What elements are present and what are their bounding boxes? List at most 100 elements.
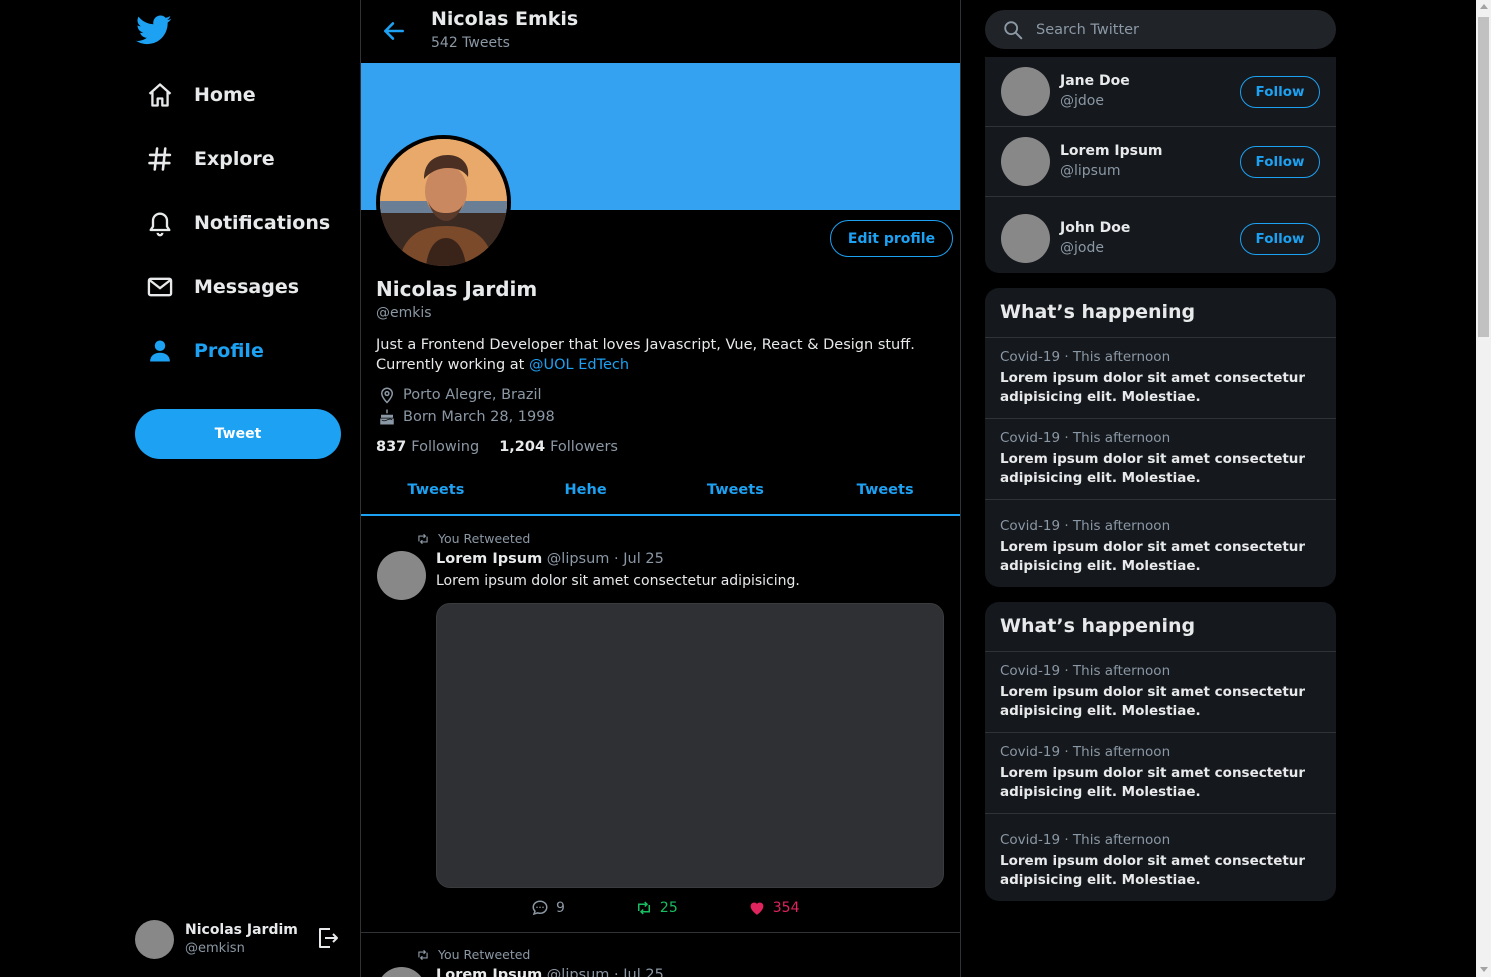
trend-item[interactable]: Covid-19 · This afternoon Lorem ipsum do… xyxy=(985,733,1336,814)
like-button[interactable]: 354 xyxy=(748,899,800,917)
following-link[interactable]: 837 Following xyxy=(376,439,479,455)
header-title: Nicolas Emkis xyxy=(431,8,579,30)
retweet-label: You Retweeted xyxy=(438,531,531,546)
suggestion-row[interactable]: Lorem Ipsum @lipsum Follow xyxy=(985,127,1336,197)
avatar[interactable] xyxy=(1001,214,1050,263)
cake-icon xyxy=(378,408,396,426)
suggestion-name[interactable]: Lorem Ipsum xyxy=(1060,143,1163,159)
tweet-handle: @lipsum xyxy=(546,967,610,977)
following-label: Following xyxy=(411,439,480,455)
trend-text: Lorem ipsum dolor sit amet consectetur a… xyxy=(1000,539,1306,574)
follow-button[interactable]: Follow xyxy=(1240,76,1320,108)
suggestion-name[interactable]: John Doe xyxy=(1060,220,1130,236)
avatar[interactable] xyxy=(1001,137,1050,186)
retweet-count: 25 xyxy=(659,900,678,916)
search-icon xyxy=(1002,19,1024,41)
nav-profile[interactable]: Profile xyxy=(146,331,264,371)
trend-item[interactable]: Covid-19 · This afternoon Lorem ipsum do… xyxy=(985,814,1336,900)
bio-mention-link[interactable]: @UOL EdTech xyxy=(529,357,629,373)
envelope-icon xyxy=(146,273,174,301)
nav-notifications[interactable]: Notifications xyxy=(146,203,330,243)
back-arrow-icon[interactable] xyxy=(381,18,407,44)
avatar[interactable] xyxy=(1001,67,1050,116)
trend-text: Lorem ipsum dolor sit amet consectetur a… xyxy=(1000,853,1306,888)
following-count: 837 xyxy=(376,439,407,455)
reply-button[interactable]: 9 xyxy=(531,899,565,917)
tab-tweets[interactable]: Tweets xyxy=(361,466,511,514)
nav-explore-label: Explore xyxy=(194,148,275,170)
profile-avatar[interactable] xyxy=(376,135,511,270)
birthday-text: Born March 28, 1998 xyxy=(403,409,555,425)
trend-meta: Covid-19 · This afternoon xyxy=(1000,430,1171,446)
nav-profile-label: Profile xyxy=(194,340,264,362)
search-input[interactable] xyxy=(1036,21,1316,38)
tab-hehe[interactable]: Hehe xyxy=(511,466,661,514)
suggestion-row[interactable]: John Doe @jode Follow xyxy=(985,197,1336,273)
follow-button[interactable]: Follow xyxy=(1240,146,1320,178)
person-icon xyxy=(146,337,174,365)
scrollbar-thumb[interactable] xyxy=(1478,17,1489,337)
tab-tweets-3[interactable]: Tweets xyxy=(810,466,960,514)
suggestion-handle: @lipsum xyxy=(1060,163,1121,179)
profile-birthday: Born March 28, 1998 xyxy=(378,407,555,427)
edit-profile-button[interactable]: Edit profile xyxy=(830,220,953,257)
tab-tweets-2[interactable]: Tweets xyxy=(661,466,811,514)
trend-text: Lorem ipsum dolor sit amet consectetur a… xyxy=(1000,684,1306,719)
tweet-date: · Jul 25 xyxy=(614,551,664,567)
profile-column: Nicolas Emkis 542 Tweets Edit profile Ni… xyxy=(361,0,961,977)
account-name: Nicolas Jardim xyxy=(185,921,298,938)
tweet-handle: @lipsum xyxy=(546,551,610,567)
profile-header: Nicolas Emkis 542 Tweets xyxy=(361,0,960,63)
trend-text: Lorem ipsum dolor sit amet consectetur a… xyxy=(1000,765,1306,800)
like-count: 354 xyxy=(772,900,800,916)
suggestion-row[interactable]: Jane Doe @jdoe Follow xyxy=(985,57,1336,127)
account-switcher[interactable]: Nicolas Jardim @emkisn xyxy=(135,918,345,960)
tweet-button[interactable]: Tweet xyxy=(135,409,341,459)
nav-home[interactable]: Home xyxy=(146,75,256,115)
comment-icon xyxy=(531,899,549,917)
retweet-button[interactable]: 25 xyxy=(635,899,678,917)
trend-item[interactable]: Covid-19 · This afternoon Lorem ipsum do… xyxy=(985,338,1336,419)
tweet-actions: 9 25 354 xyxy=(531,899,869,917)
trend-text: Lorem ipsum dolor sit amet consectetur a… xyxy=(1000,451,1306,486)
tweet-avatar[interactable] xyxy=(377,551,426,600)
tweet-media[interactable] xyxy=(436,603,944,888)
twitter-bird-icon[interactable] xyxy=(136,12,172,48)
scroll-down-arrow-icon[interactable] xyxy=(1480,967,1488,972)
logout-icon[interactable] xyxy=(316,926,340,950)
profile-bio: Just a Frontend Developer that loves Jav… xyxy=(376,335,936,375)
tweet-author[interactable]: Lorem Ipsum xyxy=(436,967,542,977)
tweet-text: Lorem ipsum dolor sit amet consectetur a… xyxy=(436,573,800,589)
suggestion-handle: @jdoe xyxy=(1060,93,1104,109)
trend-meta: Covid-19 · This afternoon xyxy=(1000,663,1171,679)
trend-item[interactable]: Covid-19 · This afternoon Lorem ipsum do… xyxy=(985,652,1336,733)
tweet-author[interactable]: Lorem Ipsum xyxy=(436,551,542,567)
bell-icon xyxy=(146,209,174,237)
tweet-header: Lorem Ipsum @lipsum · Jul 25 xyxy=(436,551,664,567)
scroll-up-arrow-icon[interactable] xyxy=(1480,4,1488,9)
bio-text: Just a Frontend Developer that loves Jav… xyxy=(376,337,915,373)
retweet-indicator: You Retweeted xyxy=(416,947,530,962)
tweet-card[interactable]: You Retweeted Lorem Ipsum @lipsum · Jul … xyxy=(361,934,960,977)
who-to-follow-panel: Jane Doe @jdoe Follow Lorem Ipsum @lipsu… xyxy=(985,57,1336,273)
suggestion-name[interactable]: Jane Doe xyxy=(1060,73,1130,89)
tweet-card[interactable]: You Retweeted Lorem Ipsum @lipsum · Jul … xyxy=(361,518,960,933)
search-bar[interactable] xyxy=(985,10,1336,49)
trend-item[interactable]: Covid-19 · This afternoon Lorem ipsum do… xyxy=(985,419,1336,500)
trends-title: What’s happening xyxy=(985,288,1336,338)
location-pin-icon xyxy=(378,386,396,404)
hashtag-icon xyxy=(146,145,174,173)
home-icon xyxy=(146,81,174,109)
trend-item[interactable]: Covid-19 · This afternoon Lorem ipsum do… xyxy=(985,500,1336,586)
followers-count: 1,204 xyxy=(499,439,546,455)
nav-messages[interactable]: Messages xyxy=(146,267,299,307)
tweet-avatar[interactable] xyxy=(377,967,426,977)
trends-panel: What’s happening Covid-19 · This afterno… xyxy=(985,602,1336,901)
nav-messages-label: Messages xyxy=(194,276,300,298)
follow-button[interactable]: Follow xyxy=(1240,223,1320,255)
trend-meta: Covid-19 · This afternoon xyxy=(1000,349,1171,365)
left-sidebar: Home Explore Notifications Messages Prof… xyxy=(0,0,361,977)
page-scrollbar[interactable] xyxy=(1476,0,1491,977)
followers-link[interactable]: 1,204 Followers xyxy=(499,439,618,455)
nav-explore[interactable]: Explore xyxy=(146,139,275,179)
